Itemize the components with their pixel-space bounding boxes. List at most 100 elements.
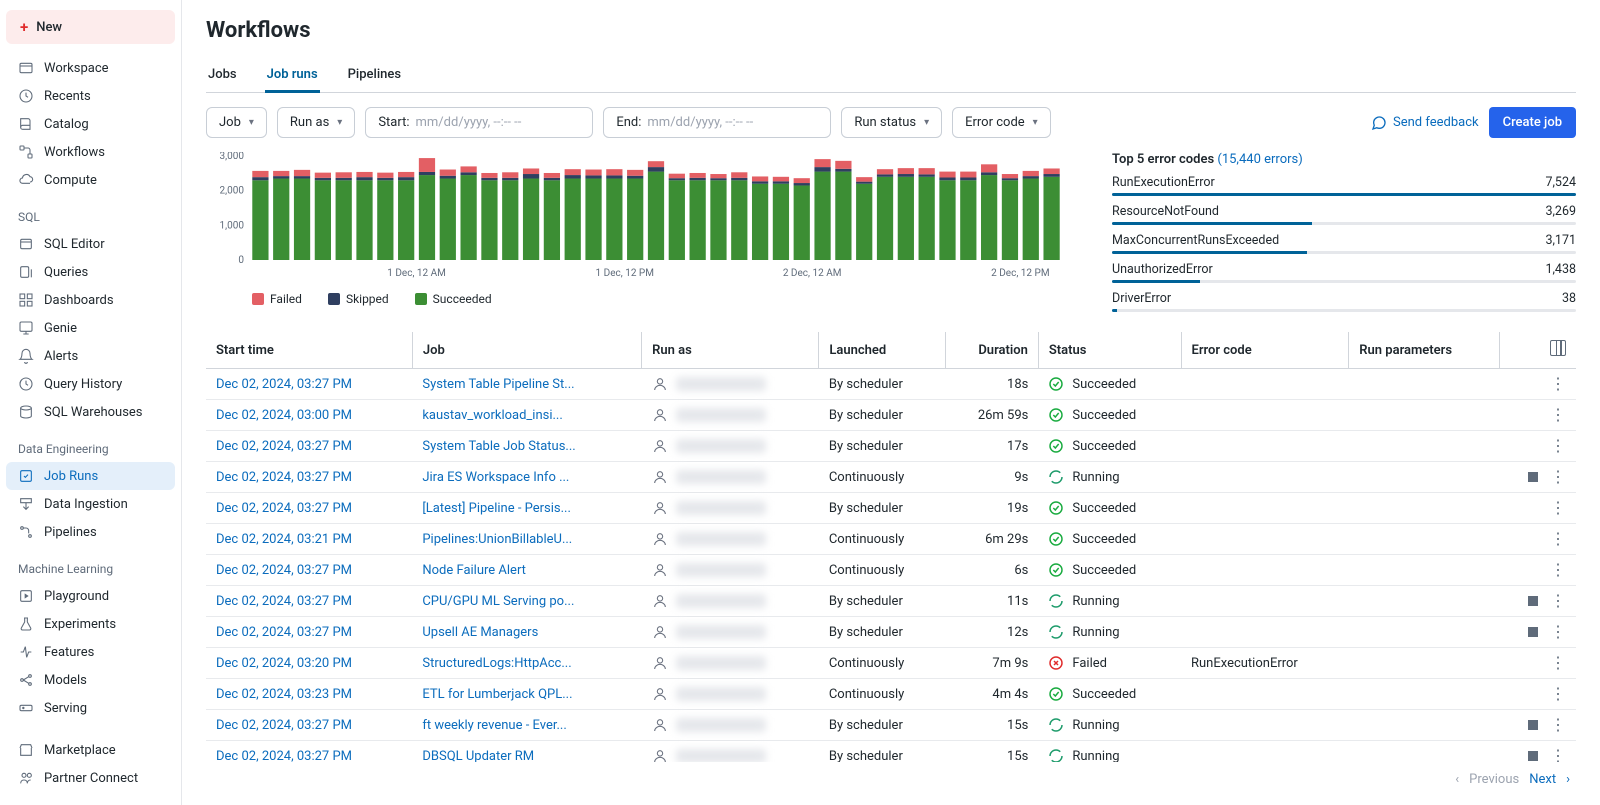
col-header[interactable]: Duration [945, 332, 1038, 369]
start-time-cell[interactable]: Dec 02, 2024, 03:27 PM [206, 462, 412, 493]
kebab-icon[interactable]: ⋮ [1550, 531, 1566, 547]
start-time-cell[interactable]: Dec 02, 2024, 03:27 PM [206, 431, 412, 462]
table-row[interactable]: Dec 02, 2024, 03:27 PMNode Failure Alert… [206, 555, 1576, 586]
send-feedback-link[interactable]: Send feedback [1371, 115, 1479, 131]
job-cell[interactable]: CPU/GPU ML Serving po... [412, 586, 641, 617]
kebab-icon[interactable]: ⋮ [1550, 655, 1566, 671]
error-row[interactable]: DriverError38 [1112, 291, 1576, 306]
nav-alerts[interactable]: Alerts [6, 342, 175, 370]
job-cell[interactable]: System Table Job Status... [412, 431, 641, 462]
table-row[interactable]: Dec 02, 2024, 03:00 PMkaustav_workload_i… [206, 400, 1576, 431]
nav-genie[interactable]: Genie [6, 314, 175, 342]
start-time-cell[interactable]: Dec 02, 2024, 03:27 PM [206, 617, 412, 648]
nav-recents[interactable]: Recents [6, 82, 175, 110]
start-date-input[interactable]: Start:mm/dd/yyyy, --:-- -- [365, 107, 593, 138]
table-row[interactable]: Dec 02, 2024, 03:21 PMPipelines:UnionBil… [206, 524, 1576, 555]
nav-pipelines[interactable]: Pipelines [6, 518, 175, 546]
start-time-cell[interactable]: Dec 02, 2024, 03:00 PM [206, 400, 412, 431]
start-time-cell[interactable]: Dec 02, 2024, 03:27 PM [206, 741, 412, 763]
col-header[interactable]: Run parameters [1349, 332, 1499, 369]
nav-partner-connect[interactable]: Partner Connect [6, 764, 175, 792]
job-cell[interactable]: kaustav_workload_insi... [412, 400, 641, 431]
job-filter[interactable]: Job▾ [206, 107, 267, 138]
kebab-icon[interactable]: ⋮ [1550, 407, 1566, 423]
nav-compute[interactable]: Compute [6, 166, 175, 194]
job-cell[interactable]: Pipelines:UnionBillableU... [412, 524, 641, 555]
table-row[interactable]: Dec 02, 2024, 03:27 PMft weekly revenue … [206, 710, 1576, 741]
start-time-cell[interactable]: Dec 02, 2024, 03:23 PM [206, 679, 412, 710]
runstatus-filter[interactable]: Run status▾ [841, 107, 942, 138]
nav-queries[interactable]: Queries [6, 258, 175, 286]
table-row[interactable]: Dec 02, 2024, 03:27 PMDBSQL Updater RMBy… [206, 741, 1576, 763]
end-date-input[interactable]: End:mm/dd/yyyy, --:-- -- [603, 107, 831, 138]
nav-dashboards[interactable]: Dashboards [6, 286, 175, 314]
job-cell[interactable]: Jira ES Workspace Info ... [412, 462, 641, 493]
tab-job-runs[interactable]: Job runs [265, 59, 320, 93]
nav-sql-warehouses[interactable]: SQL Warehouses [6, 398, 175, 426]
stop-icon[interactable] [1528, 472, 1538, 482]
job-cell[interactable]: ETL for Lumberjack QPL... [412, 679, 641, 710]
nav-catalog[interactable]: Catalog [6, 110, 175, 138]
table-row[interactable]: Dec 02, 2024, 03:27 PMSystem Table Job S… [206, 431, 1576, 462]
error-row[interactable]: ResourceNotFound3,269 [1112, 204, 1576, 219]
stop-icon[interactable] [1528, 627, 1538, 637]
start-time-cell[interactable]: Dec 02, 2024, 03:21 PM [206, 524, 412, 555]
nav-playground[interactable]: Playground [6, 582, 175, 610]
error-row[interactable]: RunExecutionError7,524 [1112, 175, 1576, 190]
chevron-right-icon[interactable]: › [1566, 772, 1570, 787]
col-header[interactable]: Run as [642, 332, 819, 369]
nav-workflows[interactable]: Workflows [6, 138, 175, 166]
nav-workspace[interactable]: Workspace [6, 54, 175, 82]
kebab-icon[interactable]: ⋮ [1550, 469, 1566, 485]
kebab-icon[interactable]: ⋮ [1550, 624, 1566, 640]
tab-pipelines[interactable]: Pipelines [346, 59, 403, 93]
col-header[interactable]: Error code [1181, 332, 1349, 369]
stop-icon[interactable] [1528, 596, 1538, 606]
table-row[interactable]: Dec 02, 2024, 03:27 PMSystem Table Pipel… [206, 369, 1576, 400]
col-header[interactable]: Start time [206, 332, 412, 369]
nav-query-history[interactable]: Query History [6, 370, 175, 398]
next-page[interactable]: Next [1529, 772, 1556, 787]
kebab-icon[interactable]: ⋮ [1550, 500, 1566, 516]
chevron-left-icon[interactable]: ‹ [1455, 772, 1459, 787]
kebab-icon[interactable]: ⋮ [1550, 748, 1566, 762]
nav-data-ingestion[interactable]: Data Ingestion [6, 490, 175, 518]
tab-jobs[interactable]: Jobs [206, 59, 239, 93]
start-time-cell[interactable]: Dec 02, 2024, 03:27 PM [206, 710, 412, 741]
new-button[interactable]: + New [6, 10, 175, 44]
start-time-cell[interactable]: Dec 02, 2024, 03:27 PM [206, 586, 412, 617]
error-row[interactable]: MaxConcurrentRunsExceeded3,171 [1112, 233, 1576, 248]
create-job-button[interactable]: Create job [1489, 107, 1576, 138]
job-cell[interactable]: ft weekly revenue - Ever... [412, 710, 641, 741]
nav-experiments[interactable]: Experiments [6, 610, 175, 638]
errorcode-filter[interactable]: Error code▾ [952, 107, 1051, 138]
table-row[interactable]: Dec 02, 2024, 03:27 PM[Latest] Pipeline … [206, 493, 1576, 524]
kebab-icon[interactable]: ⋮ [1550, 717, 1566, 733]
kebab-icon[interactable]: ⋮ [1550, 686, 1566, 702]
start-time-cell[interactable]: Dec 02, 2024, 03:27 PM [206, 493, 412, 524]
kebab-icon[interactable]: ⋮ [1550, 438, 1566, 454]
error-row[interactable]: UnauthorizedError1,438 [1112, 262, 1576, 277]
kebab-icon[interactable]: ⋮ [1550, 593, 1566, 609]
start-time-cell[interactable]: Dec 02, 2024, 03:20 PM [206, 648, 412, 679]
col-header[interactable]: Status [1038, 332, 1181, 369]
prev-page[interactable]: Previous [1469, 772, 1519, 787]
kebab-icon[interactable]: ⋮ [1550, 376, 1566, 392]
job-cell[interactable]: Node Failure Alert [412, 555, 641, 586]
col-header[interactable]: Job [412, 332, 641, 369]
nav-models[interactable]: Models [6, 666, 175, 694]
table-row[interactable]: Dec 02, 2024, 03:27 PMJira ES Workspace … [206, 462, 1576, 493]
col-header[interactable]: Launched [819, 332, 945, 369]
nav-features[interactable]: Features [6, 638, 175, 666]
nav-job-runs[interactable]: Job Runs [6, 462, 175, 490]
table-row[interactable]: Dec 02, 2024, 03:23 PMETL for Lumberjack… [206, 679, 1576, 710]
job-cell[interactable]: [Latest] Pipeline - Persis... [412, 493, 641, 524]
table-row[interactable]: Dec 02, 2024, 03:27 PMCPU/GPU ML Serving… [206, 586, 1576, 617]
stop-icon[interactable] [1528, 720, 1538, 730]
column-picker-icon[interactable] [1550, 340, 1566, 356]
job-cell[interactable]: DBSQL Updater RM [412, 741, 641, 763]
nav-sql-editor[interactable]: SQL Editor [6, 230, 175, 258]
table-row[interactable]: Dec 02, 2024, 03:27 PMUpsell AE Managers… [206, 617, 1576, 648]
nav-marketplace[interactable]: Marketplace [6, 736, 175, 764]
table-row[interactable]: Dec 02, 2024, 03:20 PMStructuredLogs:Htt… [206, 648, 1576, 679]
